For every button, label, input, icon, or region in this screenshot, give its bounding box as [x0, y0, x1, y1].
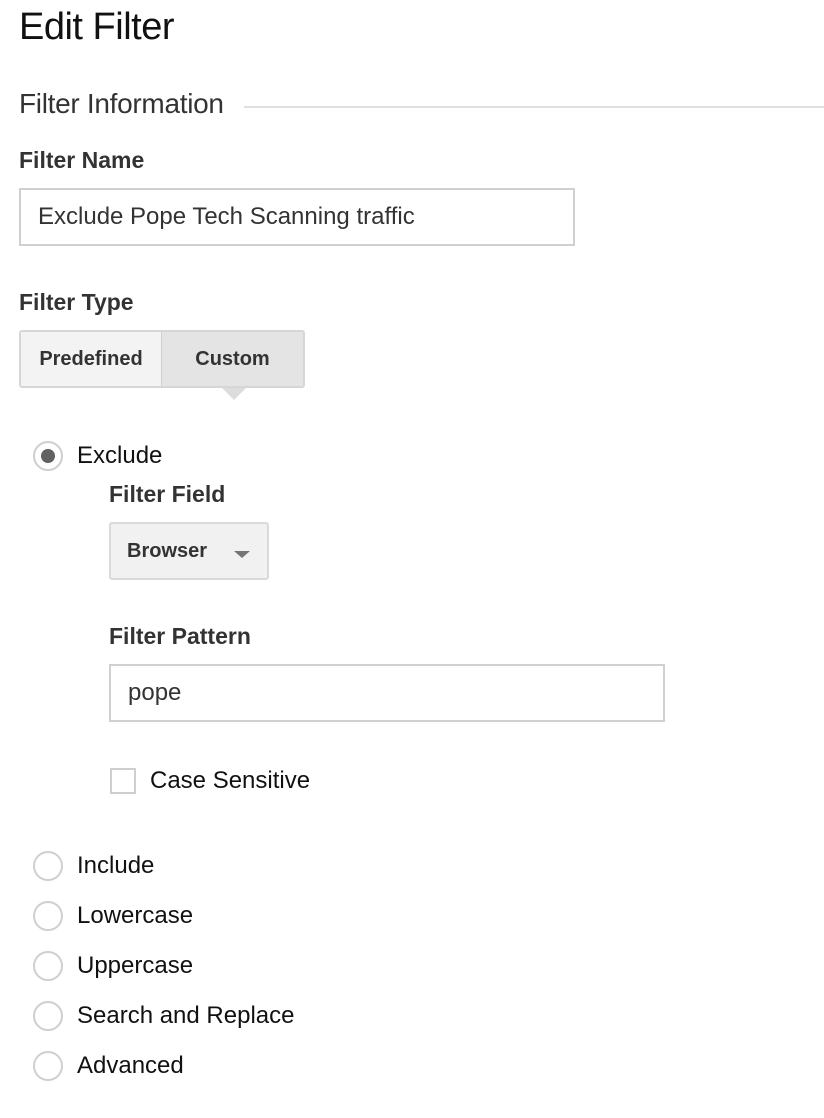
radio-exclude-label: Exclude — [77, 442, 163, 469]
radio-include[interactable]: Include — [33, 849, 154, 883]
filter-name-input[interactable]: Exclude Pope Tech Scanning traffic — [19, 188, 575, 246]
radio-include-label: Include — [77, 852, 155, 879]
radio-unchecked-icon[interactable] — [33, 1001, 63, 1031]
custom-button-label: Custom — [195, 347, 270, 370]
radio-lowercase-label: Lowercase — [77, 902, 194, 929]
radio-unchecked-icon[interactable] — [33, 901, 63, 931]
section-header: Filter Information — [19, 84, 824, 124]
radio-uppercase[interactable]: Uppercase — [33, 949, 193, 983]
selected-pointer-icon — [222, 388, 246, 400]
radio-search-and-replace-label: Search and Replace — [77, 1002, 295, 1029]
radio-unchecked-icon[interactable] — [33, 851, 63, 881]
radio-checked-icon[interactable] — [33, 441, 63, 471]
filter-type-label: Filter Type — [19, 289, 134, 315]
case-sensitive-checkbox[interactable]: Case Sensitive — [110, 766, 310, 796]
radio-unchecked-icon[interactable] — [33, 1051, 63, 1081]
predefined-button[interactable]: Predefined — [21, 332, 162, 386]
filter-name-value: Exclude Pope Tech Scanning traffic — [38, 203, 415, 230]
predefined-button-label: Predefined — [39, 347, 143, 370]
section-title: Filter Information — [19, 88, 224, 119]
radio-search-and-replace[interactable]: Search and Replace — [33, 999, 294, 1033]
page-title: Edit Filter — [19, 6, 174, 48]
filter-field-label: Filter Field — [109, 481, 226, 507]
radio-advanced[interactable]: Advanced — [33, 1049, 184, 1083]
radio-advanced-label: Advanced — [77, 1052, 184, 1079]
filter-pattern-value: pope — [128, 679, 182, 706]
radio-lowercase[interactable]: Lowercase — [33, 899, 193, 933]
radio-unchecked-icon[interactable] — [33, 951, 63, 981]
custom-button[interactable]: Custom — [162, 332, 303, 400]
filter-field-value: Browser — [127, 539, 208, 562]
checkbox-unchecked-icon[interactable] — [110, 768, 136, 794]
radio-uppercase-label: Uppercase — [77, 952, 194, 979]
filter-field-dropdown[interactable]: Browser — [109, 522, 269, 580]
edit-filter-page: Edit Filter Filter Information Filter Na… — [0, 0, 824, 1118]
caret-down-icon — [234, 551, 250, 558]
section-divider — [243, 106, 824, 108]
case-sensitive-label: Case Sensitive — [150, 767, 311, 794]
filter-name-label: Filter Name — [19, 147, 145, 173]
filter-pattern-input[interactable]: pope — [109, 664, 665, 722]
filter-pattern-label: Filter Pattern — [109, 623, 251, 649]
filter-type-toggle: Predefined Custom — [19, 330, 305, 400]
radio-exclude[interactable]: Exclude — [33, 439, 162, 473]
